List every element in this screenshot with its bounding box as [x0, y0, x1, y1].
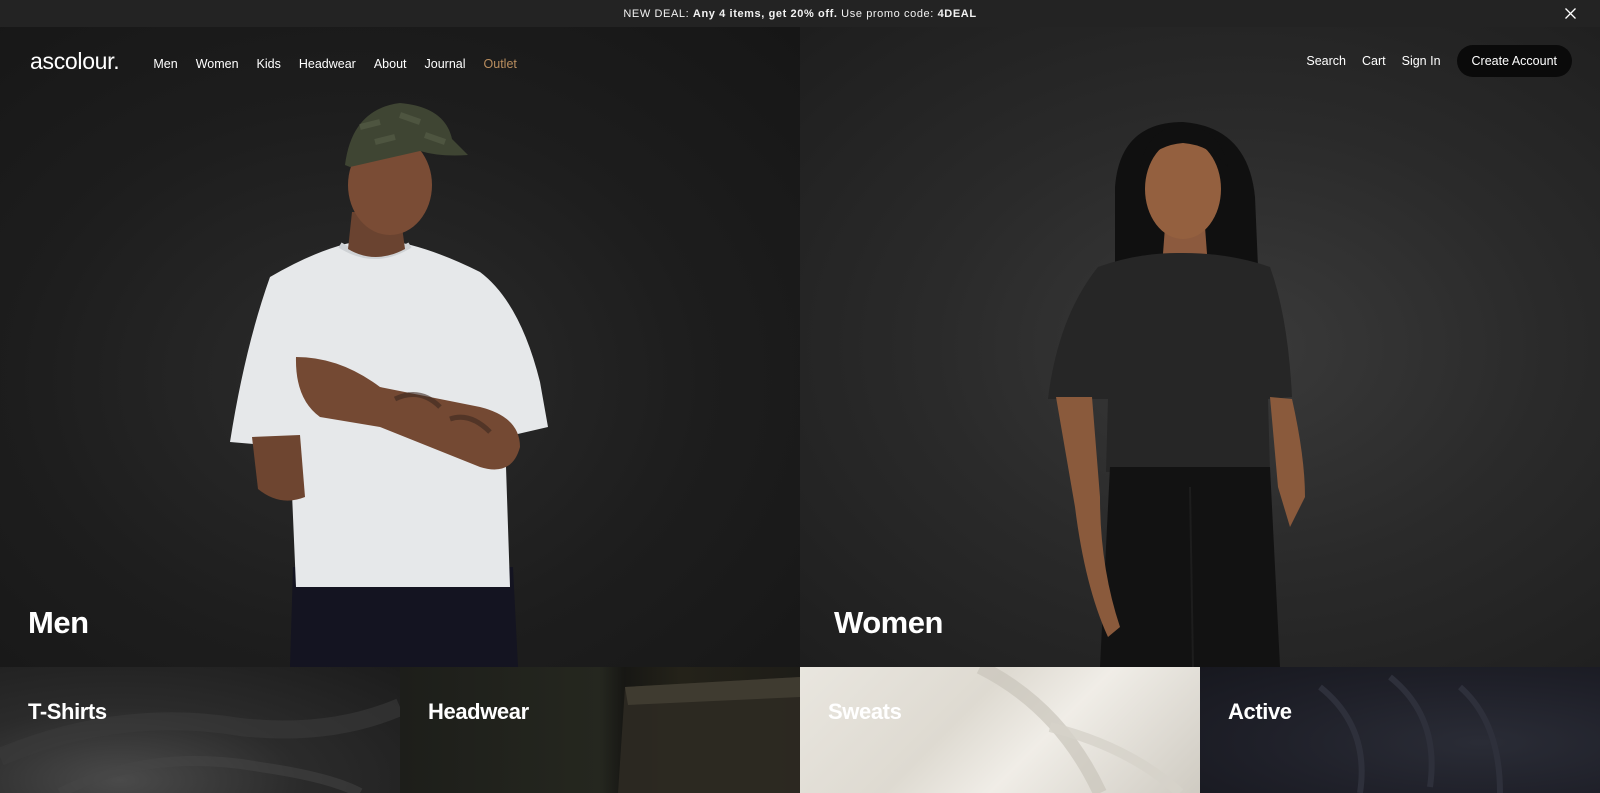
women-model-image — [1048, 122, 1305, 667]
logo[interactable]: ascolour. — [30, 48, 120, 75]
category-tile-headwear[interactable]: Headwear — [400, 667, 800, 793]
category-title-headwear: Headwear — [428, 699, 529, 724]
active-fabric-image — [1318, 674, 1503, 793]
nav-men[interactable]: Men — [153, 57, 177, 71]
promo-bar: NEW DEAL: Any 4 items, get 20% off. Use … — [0, 0, 1600, 27]
main-nav: Men Women Kids Headwear About Journal Ou… — [153, 57, 517, 71]
promo-code: 4DEAL — [937, 7, 977, 20]
nav-about[interactable]: About — [374, 57, 407, 71]
nav-kids[interactable]: Kids — [257, 57, 281, 71]
sign-in-link[interactable]: Sign In — [1402, 54, 1441, 68]
promo-middle: Use promo code: — [841, 7, 934, 20]
men-model-image — [230, 103, 548, 667]
sweats-fabric-image — [976, 667, 1184, 793]
category-tile-tshirts[interactable]: T-Shirts — [0, 667, 400, 793]
category-title-tshirts: T-Shirts — [28, 699, 107, 724]
nav-journal[interactable]: Journal — [425, 57, 466, 71]
nav-outlet[interactable]: Outlet — [484, 57, 517, 71]
category-title-sweats: Sweats — [828, 699, 902, 724]
category-tile-active[interactable]: Active — [1200, 667, 1600, 793]
cart-link[interactable]: Cart — [1362, 54, 1386, 68]
category-tile-sweats[interactable]: Sweats — [800, 667, 1200, 793]
hero-women-panel[interactable]: Women — [800, 27, 1600, 667]
create-account-button[interactable]: Create Account — [1456, 45, 1572, 77]
promo-deal: Any 4 items, get 20% off. — [692, 7, 838, 20]
headwear-texture-image — [618, 677, 800, 793]
category-title-active: Active — [1228, 699, 1292, 724]
search-link[interactable]: Search — [1306, 54, 1346, 68]
category-tiles: T-Shirts Headwear Sweats Active — [0, 667, 1600, 793]
site-header: ascolour. Men Women Kids Headwear About … — [0, 27, 1600, 95]
nav-headwear[interactable]: Headwear — [299, 57, 356, 71]
hero-men-title[interactable]: Men — [28, 605, 89, 641]
hero-men-panel[interactable]: Men — [0, 27, 800, 667]
tshirts-fabric-image — [0, 698, 400, 793]
close-icon[interactable] — [1563, 6, 1578, 21]
header-actions: Search Cart Sign In Create Account — [1306, 45, 1572, 77]
nav-women[interactable]: Women — [196, 57, 239, 71]
promo-prefix: NEW DEAL: — [623, 7, 690, 20]
hero-women-title[interactable]: Women — [834, 605, 943, 641]
